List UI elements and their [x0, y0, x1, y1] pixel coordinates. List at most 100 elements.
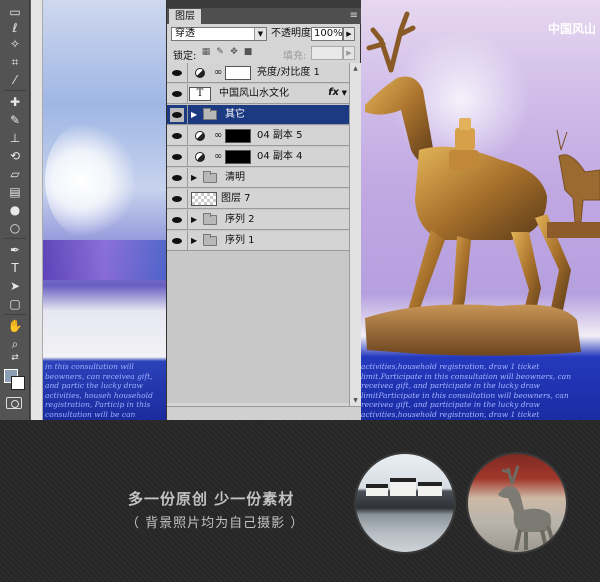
- banner-title: 多一份原创 少一份素材: [128, 490, 295, 508]
- expand-effects-icon[interactable]: ▼: [342, 89, 347, 97]
- visibility-eye-icon[interactable]: [170, 108, 184, 122]
- zoom-tool-icon[interactable]: ⌕: [4, 336, 26, 352]
- house-shape: [366, 484, 388, 496]
- lasso-tool-icon[interactable]: ℓ: [4, 20, 26, 36]
- opacity-input[interactable]: 100%: [311, 27, 343, 41]
- pen-tool-icon[interactable]: ✒: [4, 242, 26, 258]
- layer-row[interactable]: ▶ 序列 1: [167, 231, 349, 251]
- layer-row[interactable]: 图层 7: [167, 189, 349, 209]
- tools-panel: ▭ ℓ ✧ ⌗ ⁄ ✚ ✎ ⊥ ⟲ ▱ ▤ ● ○ ✒ T ➤ ▢ ✋ ⌕ ⇄: [0, 0, 30, 420]
- lock-transparency-icon[interactable]: ▦: [201, 47, 211, 57]
- layer-mask-thumbnail[interactable]: [225, 129, 251, 143]
- layer-row[interactable]: ∞ 亮度/对比度 1: [167, 63, 349, 83]
- vertical-ruler: [31, 0, 43, 420]
- healing-brush-tool-icon[interactable]: ✚: [4, 94, 26, 110]
- village-photo: [354, 452, 456, 554]
- banner-subtitle: （ 背景照片均为自己摄影 ）: [126, 516, 305, 531]
- house-shape: [418, 482, 442, 496]
- quick-select-tool-icon[interactable]: ✧: [4, 36, 26, 52]
- panel-tab-bar: 图层 ≡: [167, 8, 362, 24]
- document-canvas-right[interactable]: 中国风山 activities,household registration, …: [361, 0, 600, 420]
- visibility-eye-icon[interactable]: [170, 66, 184, 80]
- quick-mask-icon[interactable]: [6, 397, 22, 409]
- panel-footer: [167, 406, 362, 420]
- tab-layers[interactable]: 图层: [169, 9, 201, 24]
- opacity-slider-arrow-icon[interactable]: ▶: [343, 27, 355, 41]
- path-select-tool-icon[interactable]: ➤: [4, 278, 26, 294]
- gradient-tool-icon[interactable]: ▤: [4, 184, 26, 200]
- visibility-eye-icon[interactable]: [170, 213, 184, 227]
- layer-row[interactable]: ∞ 04 副本 5: [167, 126, 349, 146]
- scroll-up-icon[interactable]: ▲: [350, 63, 361, 74]
- blend-mode-select[interactable]: 穿透 ▼: [171, 27, 267, 41]
- deer-statue-photo: [466, 452, 568, 554]
- text-layer-icon: T: [189, 87, 211, 101]
- crop-tool-icon[interactable]: ⌗: [4, 54, 26, 70]
- layers-list: ∞ 亮度/对比度 1 T 中国风山水文化 fx ▼ ▶ 其它 ∞ 04 副本 5…: [167, 63, 349, 403]
- visibility-eye-icon[interactable]: [170, 150, 184, 164]
- hand-tool-icon[interactable]: ✋: [4, 318, 26, 334]
- brush-tool-icon[interactable]: ✎: [4, 112, 26, 128]
- chevron-down-icon: ▼: [254, 28, 266, 40]
- shape-tool-icon[interactable]: ▢: [4, 296, 26, 312]
- layer-thumbnail[interactable]: [191, 192, 217, 206]
- layer-name: 清明: [225, 172, 245, 183]
- background-color-swatch[interactable]: [11, 376, 25, 390]
- adjustment-layer-icon: [195, 152, 205, 162]
- history-brush-tool-icon[interactable]: ⟲: [4, 148, 26, 164]
- visibility-eye-icon[interactable]: [170, 171, 184, 185]
- lock-position-icon[interactable]: ✥: [229, 47, 239, 57]
- opacity-label: 不透明度:: [271, 28, 315, 39]
- visibility-eye-icon[interactable]: [170, 192, 184, 206]
- expand-arrow-icon[interactable]: ▶: [191, 235, 197, 247]
- layer-mask-thumbnail[interactable]: [225, 66, 251, 80]
- eyedropper-tool-icon[interactable]: ⁄: [4, 72, 26, 88]
- eraser-tool-icon[interactable]: ▱: [4, 166, 26, 182]
- lock-all-icon[interactable]: ■: [243, 47, 253, 57]
- marquee-tool-icon[interactable]: ▭: [4, 4, 26, 20]
- visibility-eye-icon[interactable]: [170, 234, 184, 248]
- fill-input[interactable]: [311, 46, 343, 60]
- cloud-artwork: [45, 120, 135, 240]
- toolbar-divider: [4, 314, 26, 315]
- deer-statue-graphic: [498, 465, 556, 551]
- panel-menu-icon[interactable]: ≡: [350, 10, 358, 22]
- blur-tool-icon[interactable]: ●: [4, 202, 26, 218]
- link-chain-icon[interactable]: ∞: [214, 151, 222, 163]
- layer-name: 图层 7: [221, 193, 251, 204]
- clone-stamp-tool-icon[interactable]: ⊥: [4, 130, 26, 146]
- dodge-tool-icon[interactable]: ○: [4, 220, 26, 236]
- document-canvas-left[interactable]: in this consultation will beowners, can …: [31, 0, 166, 420]
- house-shape: [390, 478, 416, 496]
- canvas-title-text: 中国风山: [547, 22, 596, 36]
- fill-label: 填充:: [283, 51, 307, 62]
- type-tool-icon[interactable]: T: [4, 260, 26, 276]
- layer-row[interactable]: ▶ 序列 2: [167, 210, 349, 230]
- layer-name: 亮度/对比度 1: [257, 67, 320, 78]
- expand-arrow-icon[interactable]: ▶: [191, 172, 197, 184]
- folder-icon: [203, 234, 217, 246]
- blend-mode-value: 穿透: [175, 28, 195, 39]
- layers-scrollbar[interactable]: ▲ ▼: [349, 63, 361, 406]
- lock-pixels-icon[interactable]: ✎: [215, 47, 225, 57]
- layer-mask-thumbnail[interactable]: [225, 150, 251, 164]
- layer-row[interactable]: ∞ 04 副本 4: [167, 147, 349, 167]
- visibility-eye-icon[interactable]: [170, 129, 184, 143]
- adjustment-layer-icon: [195, 68, 205, 78]
- link-chain-icon[interactable]: ∞: [214, 67, 222, 79]
- layer-name: 序列 2: [225, 214, 255, 225]
- expand-arrow-icon[interactable]: ▶: [191, 109, 197, 121]
- link-chain-icon[interactable]: ∞: [214, 130, 222, 142]
- toolbar-divider: [4, 238, 26, 239]
- layer-row[interactable]: ▶ 清明: [167, 168, 349, 188]
- expand-arrow-icon[interactable]: ▶: [191, 214, 197, 226]
- scroll-down-icon[interactable]: ▼: [350, 395, 361, 406]
- fill-slider-arrow-icon[interactable]: ▶: [343, 46, 355, 60]
- layer-effects-fx-icon[interactable]: fx: [328, 87, 339, 98]
- folder-icon: [203, 213, 217, 225]
- layer-row[interactable]: ▶ 其它: [167, 105, 349, 125]
- visibility-eye-icon[interactable]: [170, 87, 184, 101]
- layer-row[interactable]: T 中国风山水文化 fx ▼: [167, 84, 349, 104]
- adjustment-layer-icon: [195, 131, 205, 141]
- swap-colors-icon[interactable]: ⇄: [4, 352, 26, 364]
